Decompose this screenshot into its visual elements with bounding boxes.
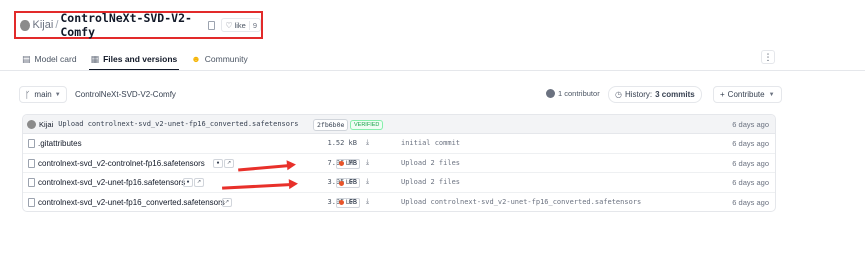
tab-label: Model card bbox=[34, 54, 77, 64]
tab-label: Community bbox=[204, 54, 248, 64]
copy-icon[interactable] bbox=[208, 20, 216, 30]
scan-icon[interactable]: ● bbox=[213, 158, 223, 168]
file-name[interactable]: .gitattributes bbox=[38, 139, 82, 148]
lfs-label: LFS bbox=[346, 160, 358, 167]
file-time: 6 days ago bbox=[732, 197, 769, 207]
tab-model-card[interactable]: ▤ Model card bbox=[22, 48, 77, 70]
file-badges: ● ↗ bbox=[213, 158, 235, 168]
tab-files-and-versions[interactable]: ▦ Files and versions bbox=[88, 48, 179, 71]
file-icon bbox=[28, 139, 35, 148]
tab-community[interactable]: ☻ Community bbox=[191, 48, 247, 70]
file-table: Kijai Upload controlnext-svd_v2-unet-fp1… bbox=[22, 114, 776, 212]
verified-badge: VERIFIED bbox=[350, 120, 384, 130]
like-label: like bbox=[234, 20, 246, 30]
heart-icon: ♡ bbox=[225, 20, 233, 30]
file-time: 6 days ago bbox=[732, 158, 769, 168]
file-row: controlnext-svd_v2-unet-fp16_converted.s… bbox=[23, 193, 775, 212]
files-icon: ▦ bbox=[90, 53, 100, 64]
file-icon bbox=[28, 197, 35, 207]
file-name[interactable]: controlnext-svd_v2-unet-fp16_converted.s… bbox=[38, 198, 225, 207]
file-badges: ● ↗ bbox=[183, 178, 205, 187]
file-icon bbox=[28, 158, 35, 168]
link-icon[interactable]: ↗ bbox=[194, 178, 204, 187]
commit-author[interactable]: Kijai bbox=[39, 120, 53, 129]
contributor-avatar bbox=[546, 89, 555, 98]
lfs-badge: LFS bbox=[336, 158, 361, 169]
community-icon: ☻ bbox=[191, 54, 201, 64]
file-badges: ↗ bbox=[222, 197, 233, 207]
plus-icon: + bbox=[720, 90, 725, 99]
history-prefix: History: bbox=[624, 90, 653, 99]
download-icon[interactable]: ⤓ bbox=[366, 159, 369, 167]
owner-link[interactable]: Kijai bbox=[33, 19, 54, 31]
file-commit-message[interactable]: Upload 2 files bbox=[401, 159, 460, 167]
lfs-badge: LFS bbox=[336, 197, 361, 208]
file-time: 6 days ago bbox=[732, 139, 769, 148]
lfs-badge: LFS bbox=[336, 178, 361, 188]
lfs-label: LFS bbox=[346, 180, 358, 186]
tab-label: Files and versions bbox=[103, 54, 178, 64]
lfs-icon bbox=[339, 180, 344, 186]
branch-icon: ᚴ bbox=[25, 89, 31, 100]
file-name[interactable]: controlnext-svd_v2-controlnet-fp16.safet… bbox=[38, 159, 205, 168]
link-icon[interactable]: ↗ bbox=[224, 158, 234, 168]
contributors-label: 1 contributor bbox=[558, 89, 600, 98]
file-name[interactable]: controlnext-svd_v2-unet-fp16.safetensors bbox=[38, 178, 185, 187]
like-button[interactable]: ♡ like 9 bbox=[221, 18, 261, 32]
contribute-button[interactable]: + Contribute ▼ bbox=[713, 86, 782, 103]
contributors-link[interactable]: 1 contributor bbox=[546, 89, 600, 98]
lfs-icon bbox=[339, 200, 344, 205]
owner-avatar[interactable] bbox=[20, 19, 30, 31]
more-options-button[interactable]: ⋮ bbox=[761, 50, 775, 64]
repo-header-highlight: Kijai / ControlNeXt-SVD-V2-Comfy ♡ like … bbox=[14, 11, 263, 39]
breadcrumb[interactable]: ControlNeXt-SVD-V2-Comfy bbox=[75, 90, 176, 99]
tabs-divider bbox=[0, 70, 865, 71]
lfs-icon bbox=[339, 161, 344, 166]
last-commit-row: Kijai Upload controlnext-svd_v2-unet-fp1… bbox=[23, 115, 775, 134]
file-commit-message[interactable]: Upload controlnext-svd_v2-unet-fp16_conv… bbox=[401, 198, 641, 206]
file-row: controlnext-svd_v2-unet-fp16.safetensors… bbox=[23, 173, 775, 193]
link-icon[interactable]: ↗ bbox=[222, 197, 232, 207]
repo-title[interactable]: ControlNeXt-SVD-V2-Comfy bbox=[60, 11, 204, 39]
commit-hash[interactable]: 2fb6b0e bbox=[313, 119, 349, 131]
history-commits: 3 commits bbox=[655, 90, 695, 99]
author-avatar bbox=[27, 119, 36, 129]
contribute-label: Contribute bbox=[727, 90, 765, 99]
repo-tabs: ▤ Model card ▦ Files and versions ☻ Comm… bbox=[22, 48, 262, 71]
path-separator: / bbox=[55, 19, 59, 31]
history-button[interactable]: ◷ History: 3 commits bbox=[608, 86, 702, 103]
history-icon: ◷ bbox=[615, 90, 622, 99]
download-icon[interactable]: ⤓ bbox=[366, 178, 369, 186]
file-size: 1.52 kB bbox=[327, 139, 357, 147]
model-card-icon: ▤ bbox=[22, 53, 31, 64]
branch-name: main bbox=[34, 90, 52, 99]
file-time: 6 days ago bbox=[732, 178, 769, 187]
lfs-label: LFS bbox=[346, 199, 358, 206]
chevron-down-icon: ▼ bbox=[768, 91, 775, 98]
scan-icon[interactable]: ● bbox=[183, 178, 193, 187]
file-commit-message[interactable]: Upload 2 files bbox=[401, 178, 460, 186]
file-commit-message[interactable]: initial commit bbox=[401, 139, 460, 147]
branch-selector[interactable]: ᚴ main ▼ bbox=[19, 86, 67, 103]
like-count: 9 bbox=[248, 20, 260, 30]
chevron-down-icon: ▼ bbox=[54, 91, 61, 98]
commit-message[interactable]: Upload controlnext-svd_v2-unet-fp16_conv… bbox=[58, 120, 298, 128]
download-icon[interactable]: ⤓ bbox=[366, 198, 369, 206]
file-row: controlnext-svd_v2-controlnet-fp16.safet… bbox=[23, 154, 775, 173]
download-icon[interactable]: ⤓ bbox=[366, 139, 369, 147]
file-row: .gitattributes 1.52 kB ⤓ initial commit … bbox=[23, 134, 775, 154]
file-icon bbox=[28, 178, 35, 187]
commit-time: 6 days ago bbox=[732, 120, 769, 129]
